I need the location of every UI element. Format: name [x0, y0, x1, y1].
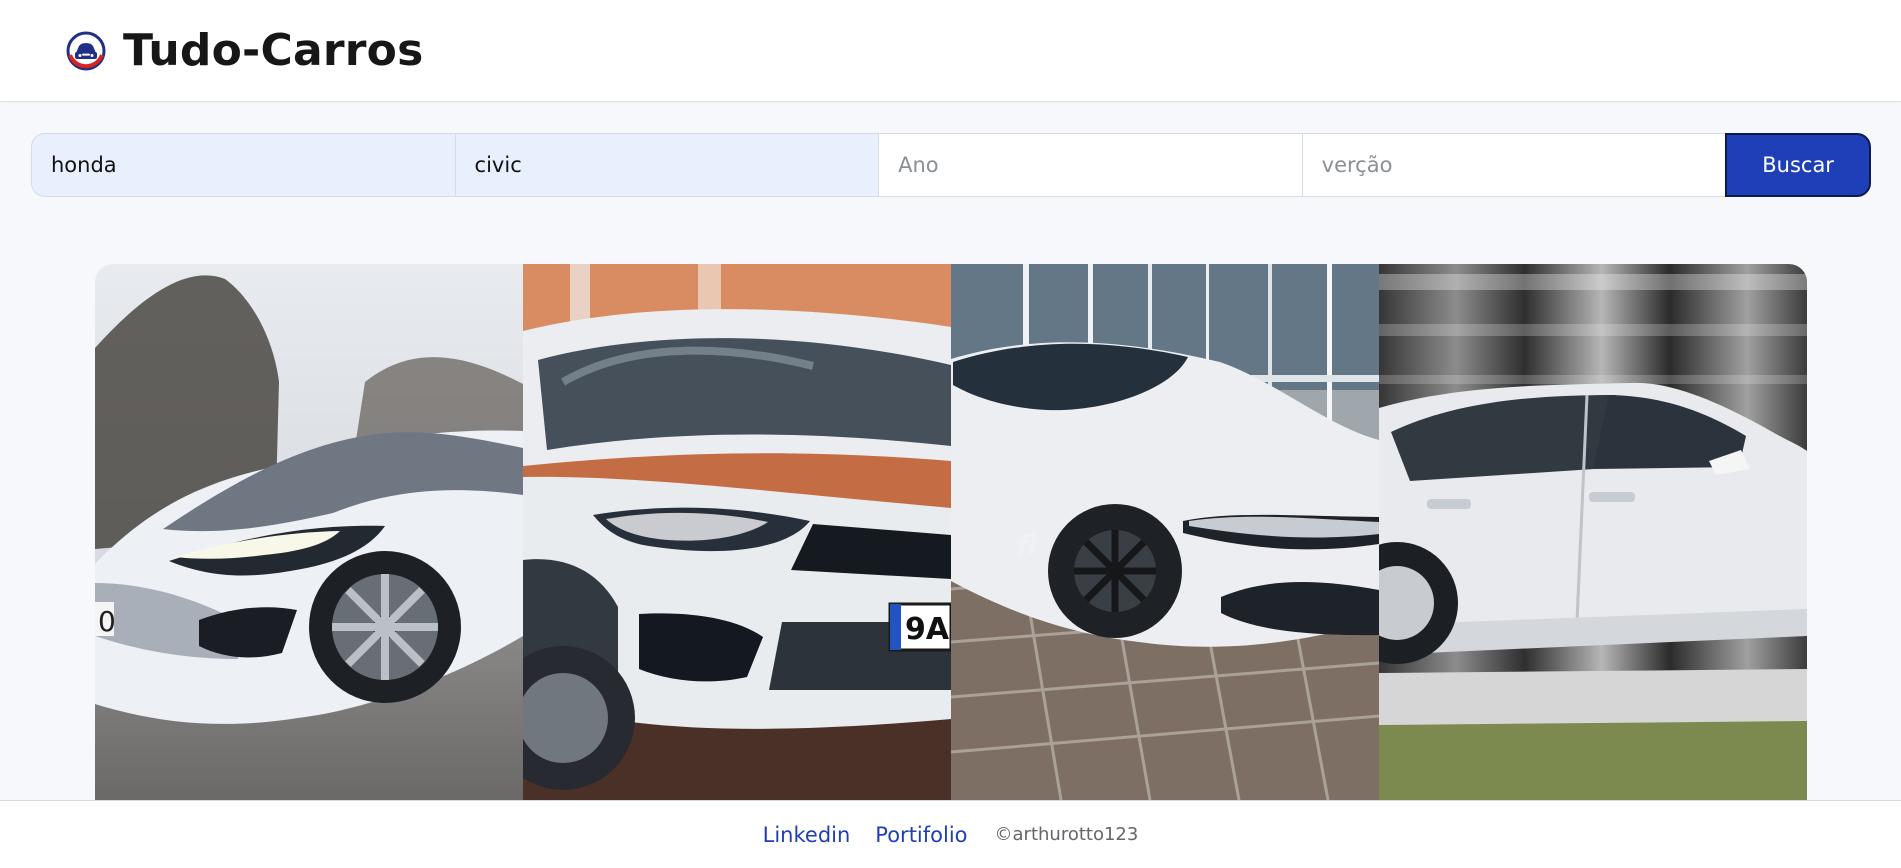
linkedin-link[interactable]: Linkedin	[763, 823, 851, 847]
version-input[interactable]	[1301, 133, 1726, 197]
white-sedan-front-closeup-photo: 9A	[523, 264, 951, 800]
white-sedan-front-right-photo: fl	[951, 264, 1379, 800]
copyright-text: ©arthurotto123	[994, 824, 1139, 845]
car-photo-gallery: 0 9A fl	[95, 264, 1807, 800]
brand[interactable]: Tudo-Carros	[66, 28, 424, 74]
site-header: Tudo-Carros	[0, 0, 1901, 102]
white-sedan-side-photo	[1379, 264, 1807, 800]
site-title: Tudo-Carros	[123, 25, 424, 76]
svg-text:0: 0	[98, 605, 116, 638]
vehicle-search-form: Buscar	[31, 133, 1872, 197]
svg-text:fl: fl	[1016, 530, 1038, 561]
white-sedan-front-left-photo: 0	[95, 264, 523, 800]
model-input[interactable]	[454, 133, 879, 197]
site-footer: Linkedin Portifolio ©arthurotto123	[0, 800, 1901, 868]
portfolio-link[interactable]: Portifolio	[875, 823, 967, 847]
brand-input[interactable]	[31, 133, 455, 197]
car-logo-icon	[66, 31, 106, 71]
year-input[interactable]	[878, 133, 1302, 197]
svg-text:9A: 9A	[905, 612, 950, 647]
search-button[interactable]: Buscar	[1725, 133, 1872, 197]
